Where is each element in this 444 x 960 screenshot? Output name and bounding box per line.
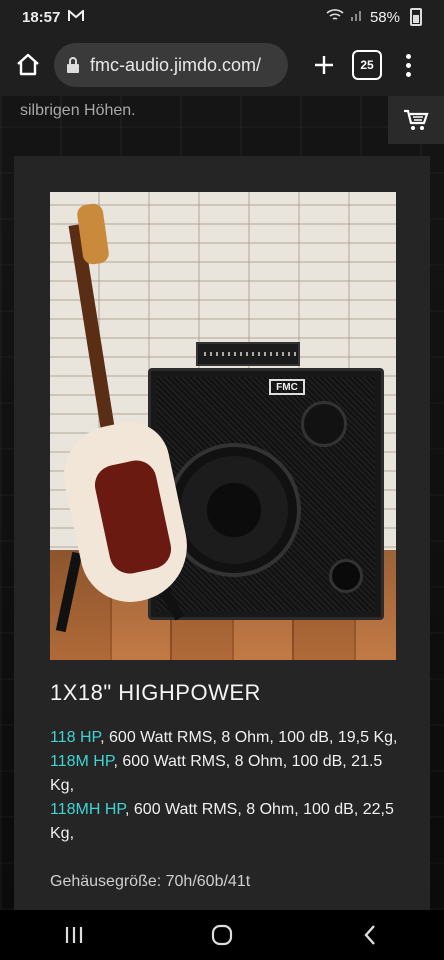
- dot-icon: [405, 62, 411, 68]
- page-content: silbrigen Höhen. FMC 1X18" HIGHPOWER 118…: [0, 96, 444, 910]
- system-nav-bar: [0, 910, 444, 960]
- back-button[interactable]: [340, 910, 400, 960]
- status-right: 58%: [326, 8, 422, 26]
- battery-icon: [410, 8, 422, 26]
- spec-line: 118MH HP, 600 Watt RMS, 8 Ohm, 100 dB, 2…: [50, 798, 400, 846]
- spec-line: 118M HP, 600 Watt RMS, 8 Ohm, 100 dB, 21…: [50, 750, 400, 798]
- fmc-logo: FMC: [269, 379, 305, 395]
- back-chevron-icon: [364, 925, 375, 945]
- tab-switcher-button[interactable]: 25: [352, 50, 382, 80]
- home-nav-button[interactable]: [192, 910, 252, 960]
- intro-text-tail: silbrigen Höhen.: [20, 102, 136, 119]
- recent-apps-button[interactable]: [44, 910, 104, 960]
- woofer: [167, 443, 301, 577]
- model-link[interactable]: 118 HP: [50, 729, 100, 746]
- signal-icon: [350, 8, 364, 26]
- new-tab-button[interactable]: [306, 47, 342, 83]
- wifi-icon: [326, 8, 344, 26]
- dot-icon: [405, 71, 411, 77]
- lock-icon: [66, 56, 80, 74]
- url-text: fmc-audio.jimdo.com/: [90, 54, 262, 75]
- recents-icon: [65, 927, 83, 943]
- bass-port: [329, 559, 363, 593]
- product-specs: 118 HP, 600 Watt RMS, 8 Ohm, 100 dB, 19,…: [50, 726, 400, 894]
- status-time: 18:57: [22, 8, 61, 26]
- spec-text: , 600 Watt RMS, 8 Ohm, 100 dB, 19,5 Kg,: [100, 729, 398, 746]
- product-title: 1X18" HIGHPOWER: [50, 680, 261, 705]
- cart-button[interactable]: [388, 96, 444, 144]
- dot-icon: [405, 53, 411, 59]
- product-card: FMC 1X18" HIGHPOWER 118 HP, 600 Watt RMS…: [14, 156, 430, 910]
- shopping-cart-icon: [404, 109, 429, 130]
- cabinet-size-text: Gehäusegröße: 70h/60b/41t: [50, 873, 251, 890]
- plus-icon: [315, 56, 333, 74]
- home-circle-icon: [211, 924, 233, 946]
- home-icon: [17, 53, 39, 76]
- more-menu-button[interactable]: [398, 53, 418, 77]
- address-bar[interactable]: fmc-audio.jimdo.com/: [54, 43, 288, 87]
- gmail-icon: [68, 8, 85, 26]
- speaker-cabinet: FMC: [148, 368, 384, 620]
- home-button[interactable]: [10, 47, 46, 83]
- amp-head: [196, 342, 300, 366]
- battery-percent: 58%: [369, 8, 400, 26]
- tweeter: [301, 401, 347, 447]
- spec-line: 118 HP, 600 Watt RMS, 8 Ohm, 100 dB, 19,…: [50, 726, 400, 750]
- browser-toolbar: fmc-audio.jimdo.com/ 25: [0, 34, 444, 96]
- model-link[interactable]: 118M HP: [50, 753, 113, 770]
- model-link[interactable]: 118MH HP: [50, 801, 125, 818]
- product-image[interactable]: FMC: [50, 192, 396, 660]
- status-bar: 18:57 58%: [0, 0, 444, 34]
